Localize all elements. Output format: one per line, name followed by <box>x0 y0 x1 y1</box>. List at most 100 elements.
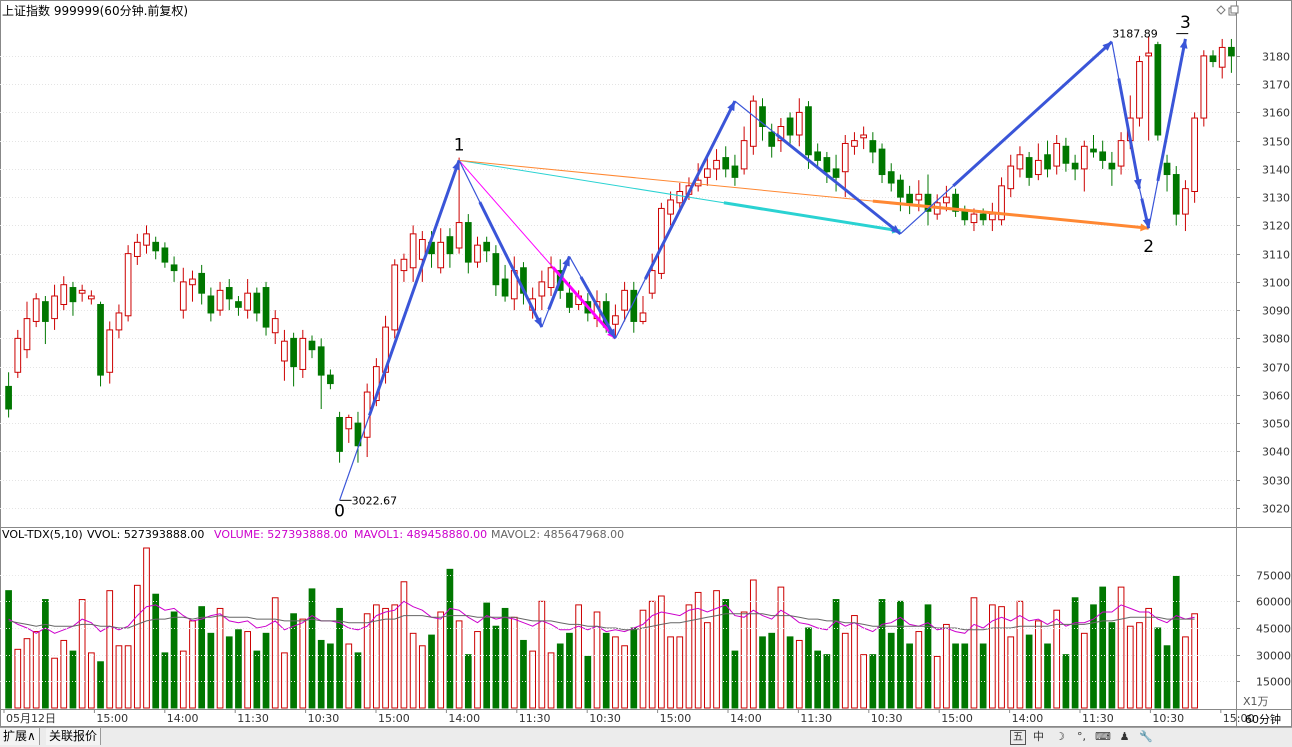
volume-bar <box>1044 643 1051 709</box>
candle-body <box>915 193 923 201</box>
candle-body <box>1034 159 1042 176</box>
volume-bar <box>345 643 353 709</box>
candle-body <box>437 241 445 269</box>
candle-body <box>262 287 270 328</box>
price-tick-label: 3060 <box>1262 390 1290 403</box>
candle-body <box>446 236 454 255</box>
candle-body <box>1209 55 1217 63</box>
volume-tick-label: 75000 <box>1256 570 1291 583</box>
candle-body <box>308 340 316 351</box>
price-tick-label: 3050 <box>1262 418 1290 431</box>
chinese-mode-icon[interactable]: 中 <box>1030 729 1048 745</box>
volume-bar <box>584 655 592 709</box>
keyboard-icon[interactable]: ⌨ <box>1094 729 1112 745</box>
candle-body <box>832 168 840 178</box>
wave-segment <box>478 201 544 328</box>
volume-value: VOLUME: 527393888.00 <box>214 528 348 541</box>
volume-bar <box>841 632 849 709</box>
volume-bar <box>271 597 279 709</box>
volume-bar <box>317 639 325 709</box>
candle-body <box>786 117 794 136</box>
time-tick-label: 15:00 <box>941 712 973 725</box>
candle-body <box>1044 154 1051 170</box>
candle-body <box>115 312 123 331</box>
time-tick-label: 14:00 <box>448 712 480 725</box>
candle-body <box>795 111 803 136</box>
candle-body <box>1218 46 1226 68</box>
tab-related-quotes[interactable]: 关联报价 <box>46 728 102 745</box>
volume-bar <box>1071 597 1079 709</box>
chart-canvas[interactable]: 3022.673187.890123 302030303040305030603… <box>0 0 1292 727</box>
volume-bar <box>1099 586 1107 709</box>
candle-body <box>189 278 196 286</box>
volume-bar <box>547 652 555 709</box>
volume-bar <box>602 632 610 709</box>
wave-segment <box>1156 38 1187 182</box>
candle-body <box>906 193 913 204</box>
chart-title: 上证指数 999999(60分钟.前复权) <box>2 3 188 18</box>
volume-bar <box>1172 575 1180 709</box>
candle-body <box>124 253 132 317</box>
candle-body <box>1025 157 1033 178</box>
wubi-icon[interactable]: 五 <box>1010 730 1026 745</box>
moon-icon[interactable]: ☽ <box>1051 729 1069 745</box>
time-tick-label: 10:30 <box>1152 712 1184 725</box>
candle-body <box>299 337 307 370</box>
candle-body <box>1090 148 1097 153</box>
user-icon[interactable]: ♟ <box>1116 729 1134 745</box>
price-tick-label: 3120 <box>1262 220 1290 233</box>
volume-bar <box>1034 620 1042 709</box>
candle-body <box>841 142 849 173</box>
candle-body <box>1154 44 1162 136</box>
time-tick-label: 11:30 <box>1082 712 1114 725</box>
time-tick-label: 10:30 <box>589 712 621 725</box>
volume-bar <box>529 650 537 709</box>
price-tick-label: 3030 <box>1262 475 1290 488</box>
period-label[interactable]: 60分钟 <box>1245 712 1281 726</box>
diamond-icon[interactable] <box>1216 5 1226 15</box>
candle-body <box>1099 151 1107 161</box>
candle-body <box>713 159 720 170</box>
price-tick-label: 3130 <box>1262 192 1290 205</box>
wrench-icon[interactable]: 🔧 <box>1137 729 1155 745</box>
candle-body <box>621 289 628 311</box>
price-tick-label: 3110 <box>1262 249 1290 262</box>
time-tick-label: 14:00 <box>167 712 199 725</box>
tab-expand[interactable]: 扩展∧ <box>0 728 40 745</box>
candle-body <box>667 199 674 215</box>
volume-bar <box>32 631 40 709</box>
candle-body <box>143 233 150 246</box>
candle-body <box>42 301 49 322</box>
candle-body <box>814 151 822 161</box>
wave-annotations: 3022.67 3187.89 0 1 2 3 <box>334 13 1191 521</box>
candle-body <box>648 270 656 294</box>
price-tick-label: 3160 <box>1262 107 1290 120</box>
volume-bar <box>1007 636 1015 709</box>
volume-bar <box>97 661 104 709</box>
volume-bar <box>630 627 638 709</box>
time-tick-label: 10:30 <box>308 712 340 725</box>
price-annotation-label: 3022.67 <box>352 494 398 507</box>
candle-body <box>1182 188 1189 215</box>
candle-body <box>639 312 647 322</box>
wave-segment <box>952 40 1113 187</box>
price-tick-label: 3180 <box>1262 51 1290 64</box>
volume-bar <box>878 599 886 709</box>
candle-body <box>851 140 858 147</box>
volume-bar <box>933 655 941 709</box>
candle-body <box>32 298 40 322</box>
candle-body <box>1163 162 1171 176</box>
volume-tick-label: 30000 <box>1256 650 1291 663</box>
volume-bar <box>538 600 546 709</box>
candle-body <box>207 295 215 314</box>
candle-body <box>400 258 408 272</box>
candle-body <box>78 289 86 294</box>
candle-body <box>5 385 12 410</box>
volume-bar <box>455 620 463 709</box>
candle-body <box>1007 165 1015 190</box>
volume-bar <box>952 643 959 709</box>
mavol1-value: MAVOL1: 489458880.00 <box>354 528 487 541</box>
candle-body <box>989 213 996 221</box>
volume-bar <box>161 652 169 709</box>
punctuation-icon[interactable]: °, <box>1073 729 1091 745</box>
